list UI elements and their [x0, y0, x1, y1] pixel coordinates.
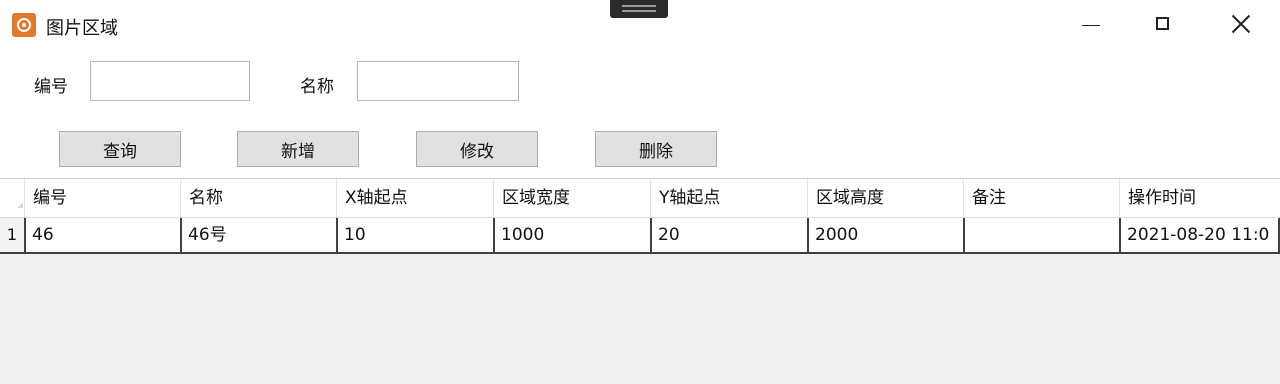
table-cell[interactable]: 1000 [493, 218, 650, 252]
name-label: 名称 [300, 77, 334, 97]
table-cell[interactable] [963, 218, 1119, 252]
code-label: 编号 [34, 77, 68, 97]
table-cell[interactable]: 46 [24, 218, 180, 252]
edit-button[interactable]: 修改 [416, 131, 538, 167]
title-bar: 图片区域 [0, 0, 1280, 50]
table-cell[interactable]: 46号 [180, 218, 336, 252]
column-header-y-start[interactable]: Y轴起点 [650, 179, 807, 217]
column-header-operation-time[interactable]: 操作时间 [1119, 179, 1280, 217]
column-header-height[interactable]: 区域高度 [807, 179, 963, 217]
column-header-width[interactable]: 区域宽度 [493, 179, 650, 217]
add-button[interactable]: 新增 [237, 131, 359, 167]
column-header-remark[interactable]: 备注 [963, 179, 1119, 217]
column-header-code[interactable]: 编号 [24, 179, 180, 217]
window-title: 图片区域 [46, 18, 118, 39]
column-header-name[interactable]: 名称 [180, 179, 336, 217]
grid-header: 编号 名称 X轴起点 区域宽度 Y轴起点 区域高度 备注 操作时间 [0, 179, 1280, 218]
code-input[interactable] [90, 61, 250, 101]
delete-button[interactable]: 删除 [595, 131, 717, 167]
table-cell[interactable]: 2021-08-20 11:0 [1119, 218, 1280, 252]
table-cell[interactable]: 20 [650, 218, 807, 252]
select-all-corner[interactable] [0, 179, 24, 217]
app-window: 图片区域 编号 名称 查询 新增 修改 删除 编号 名称 X轴起点 区域宽度 Y… [0, 0, 1280, 384]
query-button[interactable]: 查询 [59, 131, 181, 167]
maximize-button[interactable] [1133, 0, 1193, 50]
row-header[interactable]: 1 [0, 218, 25, 252]
table-cell[interactable]: 2000 [807, 218, 963, 252]
close-icon [1231, 14, 1251, 34]
table-cell[interactable]: 10 [336, 218, 493, 252]
app-logo-icon [12, 13, 36, 37]
data-grid[interactable]: 编号 名称 X轴起点 区域宽度 Y轴起点 区域高度 备注 操作时间 1 46 4… [0, 178, 1280, 384]
name-input[interactable] [357, 61, 519, 101]
minimize-button[interactable] [1060, 0, 1120, 50]
close-button[interactable] [1210, 0, 1270, 50]
table-row[interactable]: 1 46 46号 10 1000 20 2000 2021-08-20 11:0 [0, 218, 1280, 254]
column-header-x-start[interactable]: X轴起点 [336, 179, 493, 217]
